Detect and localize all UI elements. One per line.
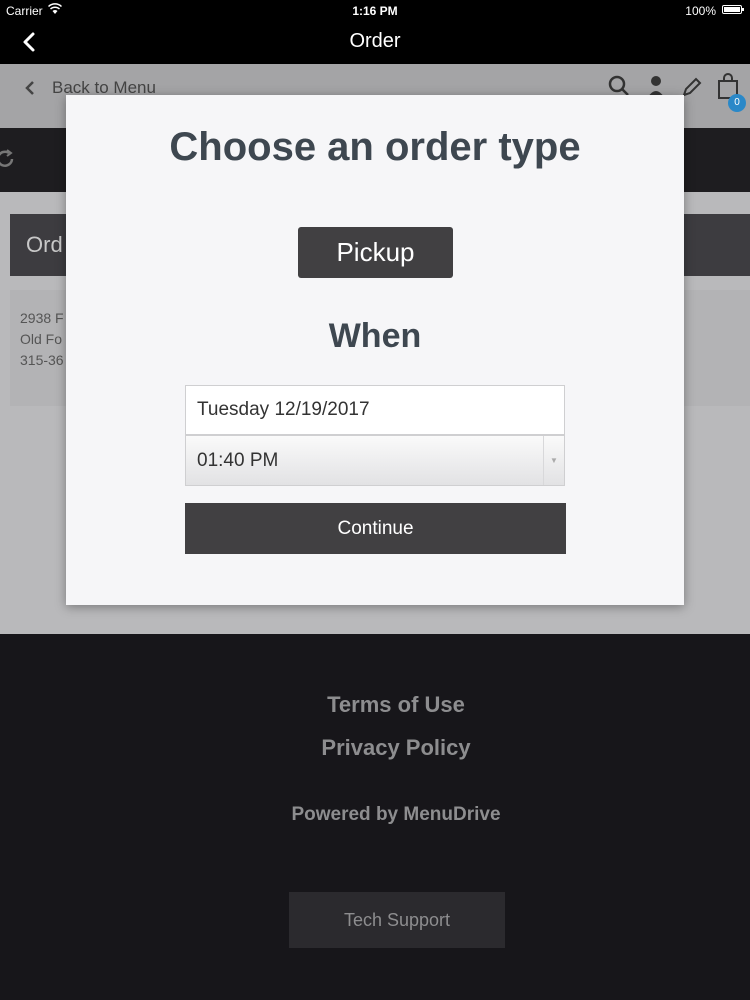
- status-bar: Carrier 1:16 PM 100%: [0, 0, 750, 22]
- terms-of-use-link[interactable]: Terms of Use: [0, 692, 750, 718]
- dialog-heading: Choose an order type: [169, 125, 581, 169]
- continue-button[interactable]: Continue: [185, 503, 566, 554]
- time-select[interactable]: 01:40 PM ▼: [185, 435, 565, 486]
- privacy-policy-link[interactable]: Privacy Policy: [0, 735, 750, 761]
- nav-bar: Order: [0, 22, 750, 64]
- battery-percent: 100%: [685, 4, 716, 18]
- address-line: 2938 F: [20, 310, 64, 326]
- cart-count-badge: 0: [728, 94, 746, 112]
- date-field[interactable]: Tuesday 12/19/2017: [185, 385, 565, 435]
- tech-support-button[interactable]: Tech Support: [289, 892, 505, 948]
- status-time: 1:16 PM: [352, 4, 398, 18]
- refresh-icon: [0, 149, 14, 167]
- address-line: Old Fo: [20, 331, 63, 347]
- chevron-left-icon: [25, 81, 34, 95]
- phone-line: 315-36: [20, 352, 64, 368]
- nav-title: Order: [349, 30, 401, 52]
- battery-icon: [722, 5, 744, 14]
- dropdown-arrow-icon: ▼: [543, 436, 564, 485]
- footer: Terms of Use Privacy Policy Powered by M…: [0, 634, 750, 1000]
- order-type-dialog: Choose an order type Pickup When Tuesday…: [66, 95, 684, 605]
- powered-by-text: Powered by MenuDrive: [291, 804, 501, 825]
- time-select-value: 01:40 PM: [197, 450, 279, 471]
- when-label: When: [328, 317, 422, 355]
- order-section-label: Ord: [26, 232, 63, 257]
- pickup-button[interactable]: Pickup: [298, 227, 453, 278]
